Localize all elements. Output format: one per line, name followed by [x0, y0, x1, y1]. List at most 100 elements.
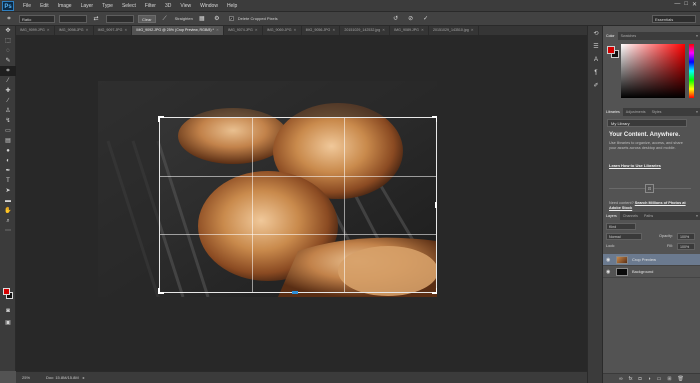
panel-menu-icon[interactable]: ≡: [696, 108, 700, 116]
document-tab[interactable]: IMG_9089.JPG ✕: [390, 26, 429, 35]
gear-icon[interactable]: ⚙: [211, 14, 223, 24]
menu-edit[interactable]: Edit: [40, 3, 49, 9]
dodge-tool-icon[interactable]: ◐: [0, 156, 16, 166]
menu-layer[interactable]: Layer: [81, 3, 94, 9]
color-field[interactable]: [621, 44, 685, 98]
close-tab-icon[interactable]: ✕: [47, 28, 50, 32]
workspace-select[interactable]: Essentials: [652, 15, 696, 23]
ratio-select[interactable]: Ratio: [19, 14, 55, 23]
brush-tool-icon[interactable]: ∕: [0, 96, 16, 106]
character-panel-icon[interactable]: A: [589, 55, 603, 65]
maximize-button[interactable]: □: [684, 1, 688, 8]
crop-box[interactable]: [158, 116, 437, 294]
learn-libraries-link[interactable]: Learn How to Use Libraries: [609, 163, 661, 168]
lasso-tool-icon[interactable]: ◌: [0, 46, 16, 56]
menu-3d[interactable]: 3D: [165, 3, 171, 9]
close-tab-icon[interactable]: ✕: [471, 28, 474, 32]
commit-crop-icon[interactable]: ✓: [420, 14, 432, 24]
close-tab-icon[interactable]: ✕: [124, 28, 127, 32]
gradient-tool-icon[interactable]: ▤: [0, 136, 16, 146]
quick-select-tool-icon[interactable]: ✎: [0, 56, 16, 66]
close-tab-icon[interactable]: ✕: [332, 28, 335, 32]
menu-type[interactable]: Type: [102, 3, 113, 9]
close-tab-icon[interactable]: ✕: [86, 28, 89, 32]
document-tab[interactable]: IMG_9099.JPG ✕: [16, 26, 55, 35]
layer-row[interactable]: ◉ Crop Preview: [603, 254, 700, 266]
menu-window[interactable]: Window: [200, 3, 218, 9]
layer-mask-icon[interactable]: ◘: [639, 374, 642, 383]
straighten-label[interactable]: Straighten: [175, 16, 193, 21]
visibility-eye-icon[interactable]: ◉: [606, 266, 612, 278]
canvas[interactable]: [98, 81, 437, 297]
crop-handle-right[interactable]: [435, 201, 437, 208]
tab-channels[interactable]: Channels: [620, 212, 641, 220]
tab-libraries[interactable]: Libraries: [603, 108, 623, 116]
close-tab-icon[interactable]: ✕: [255, 28, 258, 32]
brush-panel-icon[interactable]: ✐: [589, 81, 603, 91]
cancel-crop-icon[interactable]: ⊘: [405, 14, 417, 24]
minimize-button[interactable]: —: [674, 1, 680, 8]
blur-tool-icon[interactable]: ●: [0, 146, 16, 156]
crop-tool-preset-icon[interactable]: ⌗: [3, 14, 15, 24]
crop-handle-top-left[interactable]: [158, 116, 164, 122]
library-select[interactable]: My Library: [607, 119, 687, 127]
properties-panel-icon[interactable]: ☰: [589, 42, 603, 52]
healing-brush-tool-icon[interactable]: ✚: [0, 86, 16, 96]
overlay-grid-icon[interactable]: ▦: [196, 14, 208, 24]
move-tool-icon[interactable]: ✥: [0, 26, 16, 36]
document-tab[interactable]: IMG_9098.JPG ✕: [55, 26, 94, 35]
delete-cropped-checkbox[interactable]: ✓: [228, 16, 234, 21]
link-layers-icon[interactable]: ∞: [619, 374, 623, 383]
quick-mask-icon[interactable]: ◙: [0, 306, 16, 316]
hand-tool-icon[interactable]: ✋: [0, 206, 16, 216]
marquee-tool-icon[interactable]: ⬚: [0, 36, 16, 46]
document-tab[interactable]: IMG_9074.JPG ✕: [224, 26, 263, 35]
status-menu-arrow-icon[interactable]: ▸: [83, 375, 85, 380]
menu-view[interactable]: View: [180, 3, 191, 9]
document-tab-active[interactable]: IMG_9092.JPG @ 25% (Crop Preview, RGB/8)…: [132, 26, 224, 35]
document-tab[interactable]: IMG_9069.JPG ✕: [263, 26, 302, 35]
layer-style-icon[interactable]: fx: [629, 374, 633, 383]
clear-button[interactable]: Clear: [138, 14, 156, 23]
layer-kind-filter[interactable]: Kind: [606, 223, 636, 230]
new-group-icon[interactable]: ▭: [657, 374, 662, 383]
ratio-width-field[interactable]: [59, 14, 87, 23]
reset-icon[interactable]: ↺: [390, 14, 402, 24]
panel-menu-icon[interactable]: ≡: [696, 212, 700, 220]
close-window-button[interactable]: ✕: [692, 1, 697, 8]
close-tab-icon[interactable]: ✕: [216, 28, 219, 32]
clone-stamp-tool-icon[interactable]: ♙: [0, 106, 16, 116]
eyedropper-tool-icon[interactable]: ⁄: [0, 76, 16, 86]
panel-menu-icon[interactable]: ≡: [696, 32, 700, 40]
eraser-tool-icon[interactable]: ▭: [0, 126, 16, 136]
tab-styles[interactable]: Styles: [649, 108, 665, 116]
tab-swatches[interactable]: Swatches: [618, 32, 640, 40]
document-tab[interactable]: 20151029_143510.jpg ✕: [429, 26, 479, 35]
trash-icon[interactable]: 🗑: [678, 374, 684, 383]
crop-handle-bottom-left[interactable]: [158, 288, 164, 294]
tab-adjustments[interactable]: Adjustments: [623, 108, 649, 116]
ratio-height-field[interactable]: [106, 14, 134, 23]
straighten-icon[interactable]: ⟋: [159, 14, 171, 24]
opacity-field[interactable]: 100%: [677, 233, 695, 240]
type-tool-icon[interactable]: T: [0, 176, 16, 186]
visibility-eye-icon[interactable]: ◉: [606, 254, 612, 266]
zoom-tool-icon[interactable]: ⌕: [0, 216, 16, 226]
crop-tool-icon[interactable]: ⌗: [0, 66, 16, 76]
menu-help[interactable]: Help: [227, 3, 237, 9]
crop-handle-top-right[interactable]: [432, 116, 437, 122]
menu-file[interactable]: File: [23, 3, 31, 9]
crop-handle-bottom-right[interactable]: [432, 288, 437, 294]
paragraph-panel-icon[interactable]: ¶: [589, 68, 603, 78]
history-panel-icon[interactable]: ⟲: [589, 29, 603, 39]
history-brush-tool-icon[interactable]: ↯: [0, 116, 16, 126]
crop-handle-bottom[interactable]: [292, 291, 299, 294]
shape-tool-icon[interactable]: ▬: [0, 196, 16, 206]
color-foreground-swatch[interactable]: [607, 46, 615, 54]
tab-layers[interactable]: Layers: [603, 212, 620, 220]
more-tools-icon[interactable]: ⋯: [0, 226, 16, 236]
document-tab[interactable]: IMG_9097.JPG ✕: [94, 26, 133, 35]
tab-paths[interactable]: Paths: [641, 212, 656, 220]
document-tab[interactable]: 20151029_142532.jpg ✕: [340, 26, 391, 35]
blend-mode-select[interactable]: Normal: [606, 233, 642, 240]
